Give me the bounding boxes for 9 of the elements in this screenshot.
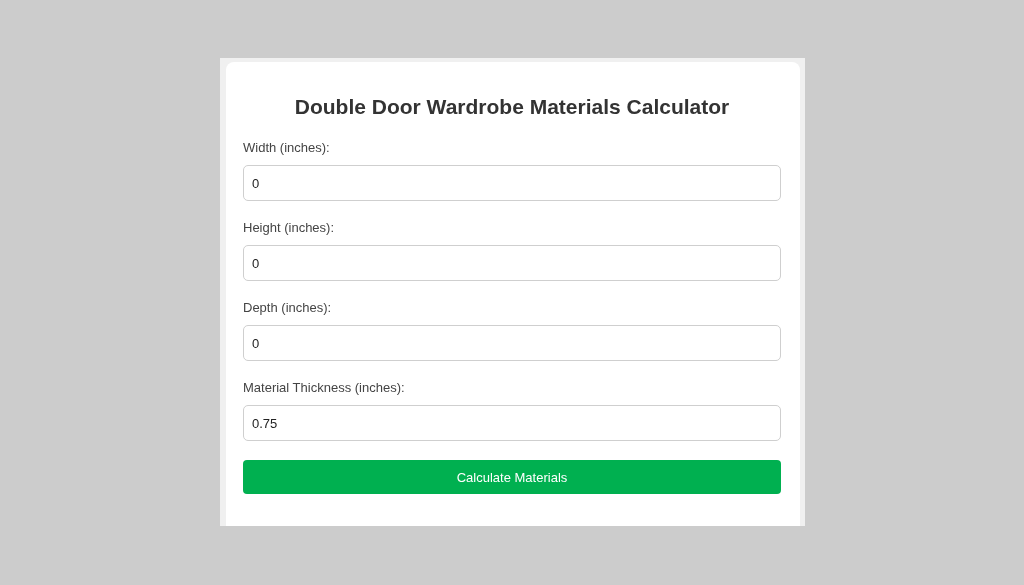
- field-label: Height (inches):: [243, 220, 335, 236]
- input-field[interactable]: 0.75: [243, 405, 781, 441]
- input-field[interactable]: 0: [243, 325, 781, 361]
- calculator-title: Double Door Wardrobe Materials Calculator: [293, 94, 731, 120]
- field-label: Width (inches):: [243, 140, 330, 156]
- input-field[interactable]: 0: [243, 245, 781, 281]
- field-label: Depth (inches):: [243, 300, 332, 316]
- field-label: Material Thickness (inches):: [243, 380, 405, 396]
- input-field[interactable]: 0: [243, 165, 781, 201]
